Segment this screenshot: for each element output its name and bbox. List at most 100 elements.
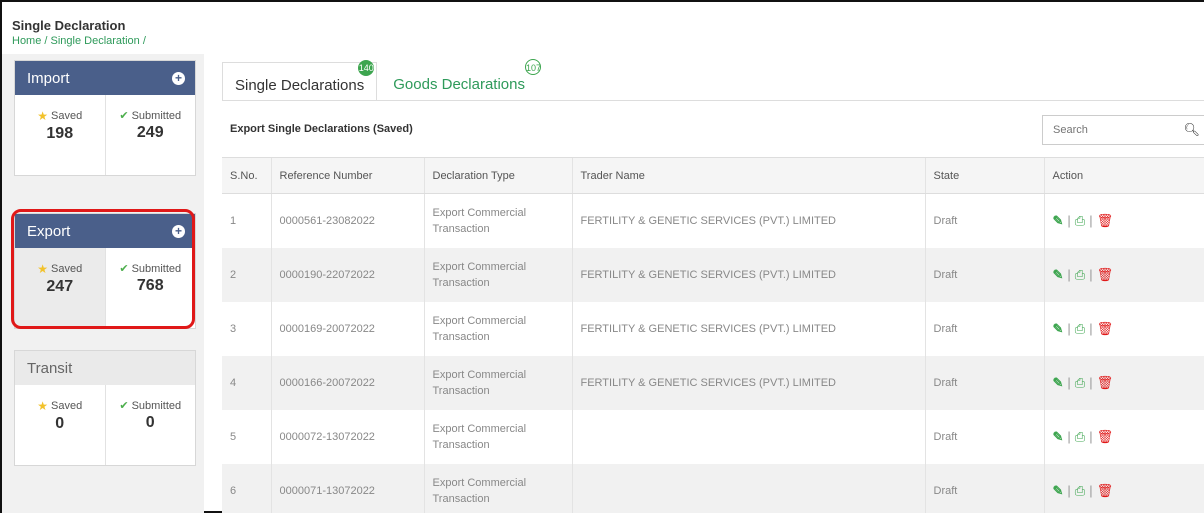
cell-state: Draft <box>924 301 1044 356</box>
cell-state: Draft <box>924 463 1044 513</box>
print-icon[interactable]: ⎙ <box>1075 321 1085 337</box>
check-icon: ✔ <box>119 400 129 412</box>
cell-reference[interactable]: 0000190-22072022 <box>270 247 424 302</box>
delete-icon[interactable]: 🗑︎ <box>1097 321 1114 337</box>
cell-state: Draft <box>924 193 1044 248</box>
cell-declaration-type: Export Commercial Transaction <box>423 409 572 464</box>
divider: | <box>1089 267 1093 282</box>
search-box: 🔍︎ <box>1042 115 1204 145</box>
transit-submitted-stat[interactable]: ✔ Submitted 0 <box>104 385 196 465</box>
divider: | <box>1067 429 1071 444</box>
import-saved-count: 198 <box>46 125 74 142</box>
divider: | <box>1067 213 1071 229</box>
transit-saved-stat[interactable]: ★ Saved 0 <box>15 385 105 465</box>
import-submitted-count: 249 <box>136 124 164 141</box>
count-badge: 140 <box>358 60 375 76</box>
delete-icon[interactable]: 🗑︎ <box>1097 213 1114 229</box>
cell-sno: 4 <box>222 355 271 410</box>
table-row[interactable]: 1 0000561-23082022 Export Commercial Trans… <box>222 193 1204 248</box>
page-header: Single Declaration Home / Single Declara… <box>12 18 146 47</box>
print-icon[interactable]: ⎙ <box>1075 267 1085 283</box>
transit-card-header[interactable]: Transit <box>15 351 195 385</box>
column-header[interactable]: Declaration Type <box>423 157 572 194</box>
cell-reference[interactable]: 0000561-23082022 <box>270 193 424 248</box>
cell-sno: 2 <box>222 247 271 302</box>
declaration-tabs: Single Declarations 140 Goods Declaratio… <box>222 59 541 100</box>
table-row[interactable]: 2 0000190-22072022 Export Commercial Trans… <box>222 247 1204 302</box>
divider: | <box>1089 321 1093 336</box>
transit-submitted-count: 0 <box>145 414 155 431</box>
print-icon[interactable]: ⎙ <box>1075 429 1085 445</box>
import-saved-stat[interactable]: ★ Saved 198 <box>15 95 105 175</box>
cell-trader-name: FERTILITY & GENETIC SERVICES (PVT.) LIMI… <box>571 355 925 410</box>
cell-actions: ✎ | ⎙ | 🗑︎ <box>1043 193 1204 248</box>
cell-reference[interactable]: 0000072-13072022 <box>270 409 424 464</box>
divider: | <box>1067 375 1071 390</box>
import-submitted-stat[interactable]: ✔ Submitted 249 <box>104 95 196 175</box>
page-title: Single Declaration <box>12 18 126 33</box>
divider: | <box>1067 483 1071 498</box>
breadcrumb[interactable]: Home / Single Declaration / <box>12 35 146 47</box>
divider: | <box>1089 375 1093 390</box>
cell-trader-name: FERTILITY & GENETIC SERVICES (PVT.) LIMI… <box>571 193 925 248</box>
transit-saved-count: 0 <box>55 415 65 432</box>
export-highlight-outline <box>11 209 195 329</box>
tab-goods-declarations[interactable]: Goods Declarations 107 <box>381 59 541 100</box>
divider: | <box>1089 483 1093 498</box>
search-icon[interactable]: 🔍︎ <box>1183 122 1200 138</box>
table-row[interactable]: 3 0000169-20072022 Export Commercial Trans… <box>222 301 1204 356</box>
column-header[interactable]: S.No. <box>222 157 271 194</box>
edit-icon[interactable]: ✎ <box>1053 267 1064 283</box>
check-icon: ✔ <box>119 110 129 122</box>
edit-icon[interactable]: ✎ <box>1053 429 1064 445</box>
cell-trader-name: FERTILITY & GENETIC SERVICES (PVT.) LIMI… <box>571 301 925 356</box>
cell-actions: ✎ | ⎙ | 🗑︎ <box>1043 409 1204 464</box>
divider: | <box>1089 213 1093 229</box>
panel-title: Export Single Declarations (Saved) <box>230 123 413 135</box>
delete-icon[interactable]: 🗑︎ <box>1097 429 1114 445</box>
cell-actions: ✎ | ⎙ | 🗑︎ <box>1043 355 1204 410</box>
delete-icon[interactable]: 🗑︎ <box>1097 375 1114 391</box>
cell-reference[interactable]: 0000071-13072022 <box>270 463 424 513</box>
cell-declaration-type: Export Commercial Transaction <box>423 463 572 513</box>
cell-declaration-type: Export Commercial Transaction <box>423 355 572 410</box>
print-icon[interactable]: ⎙ <box>1075 213 1085 229</box>
divider: | <box>1089 429 1093 444</box>
column-header[interactable]: Reference Number <box>270 157 424 194</box>
divider: | <box>1067 321 1071 336</box>
cell-reference[interactable]: 0000169-20072022 <box>270 301 424 356</box>
cell-reference[interactable]: 0000166-20072022 <box>270 355 424 410</box>
delete-icon[interactable]: 🗑︎ <box>1097 483 1114 499</box>
declarations-panel: Export Single Declarations (Saved) 🔍︎ S.… <box>222 100 1204 513</box>
table-row[interactable]: 4 0000166-20072022 Export Commercial Trans… <box>222 355 1204 410</box>
edit-icon[interactable]: ✎ <box>1053 213 1064 229</box>
cell-sno: 3 <box>230 322 237 335</box>
edit-icon[interactable]: ✎ <box>1053 483 1064 499</box>
delete-icon[interactable]: 🗑︎ <box>1097 267 1114 283</box>
cell-state: Draft <box>924 409 1044 464</box>
import-card: Import + ★ Saved 198 ✔ Submitted 249 <box>14 60 196 176</box>
declarations-table: S.No. Reference Number Declaration Type … <box>222 157 1204 513</box>
table-row[interactable]: 6 0000071-13072022 Export Commercial Trans… <box>222 463 1204 513</box>
print-icon[interactable]: ⎙ <box>1075 375 1085 391</box>
divider: | <box>1067 267 1071 282</box>
edit-icon[interactable]: ✎ <box>1053 375 1064 391</box>
import-card-header[interactable]: Import + <box>15 61 195 95</box>
cell-declaration-type: Export Commercial Transaction <box>423 301 572 356</box>
transit-card: Transit ★ Saved 0 ✔ Submitted 0 <box>14 350 196 466</box>
transit-title: Transit <box>27 359 73 377</box>
column-header[interactable]: Trader Name <box>571 157 925 194</box>
edit-icon[interactable]: ✎ <box>1053 321 1064 337</box>
cell-trader-name <box>571 409 925 464</box>
tab-single-declarations[interactable]: Single Declarations 140 <box>222 60 378 100</box>
add-import-icon[interactable]: + <box>172 71 185 85</box>
cell-sno: 6 <box>222 463 271 513</box>
column-header[interactable]: State <box>924 157 1044 194</box>
column-header: Action <box>1043 157 1204 194</box>
print-icon[interactable]: ⎙ <box>1075 483 1085 499</box>
table-row[interactable]: 5 0000072-13072022 Export Commercial Trans… <box>222 409 1204 464</box>
cell-declaration-type: Export Commercial Transaction <box>423 247 572 302</box>
cell-actions: ✎ | ⎙ | 🗑︎ <box>1043 247 1204 302</box>
import-title: Import <box>27 69 70 87</box>
search-input[interactable] <box>1043 116 1173 144</box>
